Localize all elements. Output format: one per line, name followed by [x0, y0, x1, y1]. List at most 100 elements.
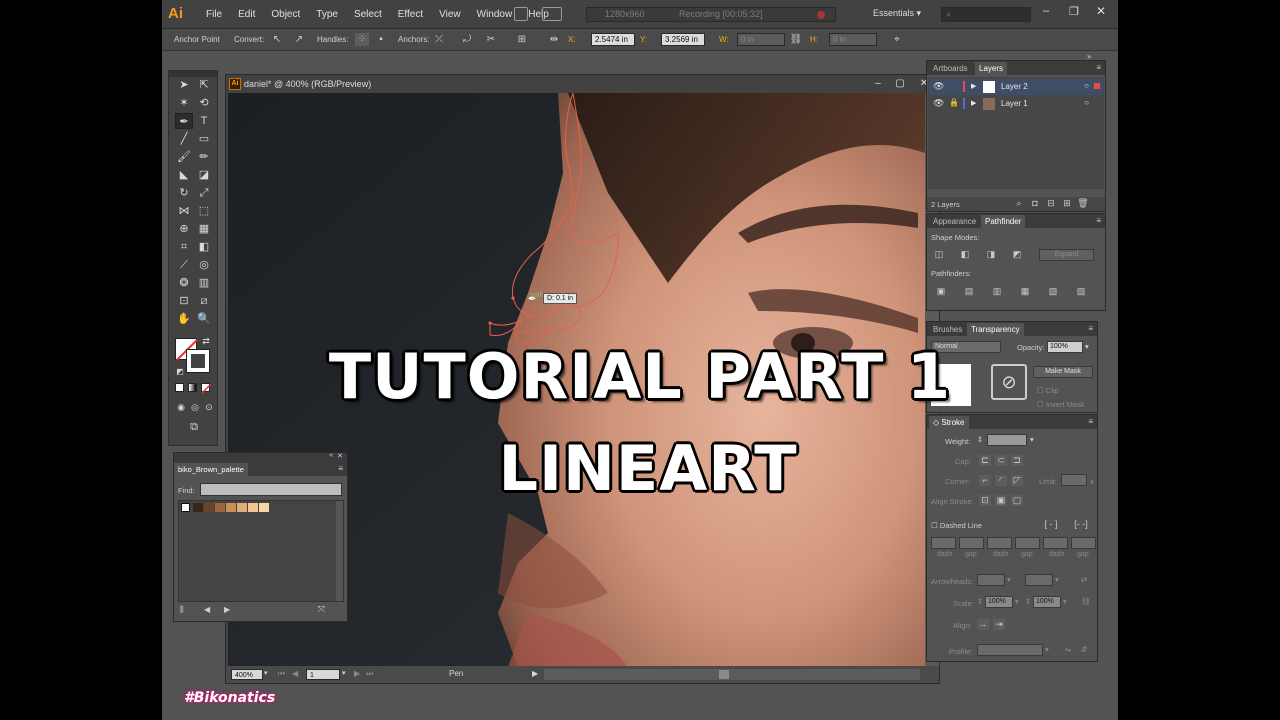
flip-along-icon[interactable]: ⇋ — [1065, 645, 1071, 654]
mask-thumbnail-icon[interactable]: ⊘ — [991, 364, 1027, 400]
outline-icon[interactable]: ▧ — [1047, 286, 1059, 297]
close-app-button[interactable]: ✕ — [1096, 4, 1106, 18]
panel-menu-icon[interactable]: ≡ — [1096, 216, 1101, 225]
clip-checkbox[interactable]: ☐ Clip — [1037, 386, 1059, 395]
none-mode-icon[interactable] — [201, 383, 211, 393]
visibility-eye-icon[interactable]: 👁 — [933, 81, 944, 92]
visibility-eye-icon[interactable]: 👁 — [933, 98, 944, 109]
resize-icon[interactable]: ⤧ — [318, 604, 325, 615]
layer-name[interactable]: Layer 2 — [1001, 82, 1028, 91]
scale-1-stepper-icon[interactable]: ⇕ — [977, 597, 983, 606]
slice-tool-icon[interactable]: ⧄ — [195, 293, 213, 309]
scale-1-dropdown-icon[interactable]: ▾ — [1015, 597, 1019, 606]
layer-row[interactable]: 👁 🔒 ▶ Layer 1 ○ — [929, 96, 1103, 112]
panel-menu-icon[interactable]: ≡ — [1088, 324, 1093, 333]
lock-icon[interactable]: 🔒 — [949, 98, 959, 107]
delete-layer-icon[interactable]: 🗑 — [1077, 198, 1089, 209]
link-scale-icon[interactable]: ⛓ — [1081, 597, 1091, 606]
hand-tool-icon[interactable]: ✋ — [175, 311, 193, 327]
eyedropper-tool-icon[interactable]: ⟋ — [175, 257, 193, 273]
magic-wand-tool-icon[interactable]: ✶ — [175, 95, 193, 111]
menu-select[interactable]: Select — [346, 9, 390, 20]
free-transform-tool-icon[interactable]: ⬚ — [195, 203, 213, 219]
document-tab[interactable]: Ai daniel* @ 400% (RGB/Preview) – ▢ ✕ — [226, 75, 939, 93]
profile-select[interactable] — [977, 644, 1043, 656]
scale-end-field[interactable]: 100% — [1033, 596, 1061, 608]
dock-collapse-icon[interactable]: » — [1087, 52, 1091, 61]
unite-icon[interactable]: ◫ — [933, 249, 945, 260]
arrange-documents-icon[interactable] — [542, 7, 562, 21]
clipping-mask-icon[interactable]: ◘ — [1029, 198, 1041, 209]
menu-window[interactable]: Window — [469, 9, 521, 20]
y-field[interactable]: 3.2569 in — [661, 33, 705, 46]
bridge-icon[interactable] — [514, 7, 528, 21]
arrow-tip-at-end-icon[interactable]: ⇥ — [993, 619, 1005, 630]
pen-tool-icon[interactable]: ✒ — [175, 113, 193, 129]
artboard-tool-icon[interactable]: ⊡ — [175, 293, 193, 309]
next-library-icon[interactable]: ▶ — [224, 605, 230, 614]
hide-handles-icon[interactable]: ▪ — [374, 33, 388, 46]
new-layer-icon[interactable]: ⊞ — [1061, 198, 1073, 209]
column-graph-tool-icon[interactable]: ▥ — [195, 275, 213, 291]
object-thumbnail[interactable] — [931, 364, 971, 406]
blend-mode-select[interactable]: Normal — [931, 341, 1001, 353]
arrow-tip-beyond-icon[interactable]: → — [977, 619, 989, 630]
end-arrow-dropdown-icon[interactable]: ▾ — [1055, 575, 1059, 584]
align-icon[interactable]: ⊞ — [515, 33, 529, 46]
draw-inside-icon[interactable]: ⊙ — [200, 399, 218, 415]
paintbrush-tool-icon[interactable]: 🖌 — [175, 149, 193, 165]
opacity-field[interactable]: 100% — [1047, 341, 1083, 353]
library-menu-icon[interactable]: ⫼ — [180, 605, 184, 615]
type-tool-icon[interactable]: T — [195, 113, 213, 129]
blend-tool-icon[interactable]: ◎ — [195, 257, 213, 273]
lasso-tool-icon[interactable]: ⟲ — [195, 95, 213, 111]
menu-file[interactable]: File — [198, 9, 230, 20]
tab-brushes[interactable]: Brushes — [929, 323, 966, 336]
doc-minimize-button[interactable]: – — [869, 77, 887, 90]
cut-path-icon[interactable]: ✂ — [484, 33, 498, 46]
menu-edit[interactable]: Edit — [230, 9, 263, 20]
show-handles-icon[interactable]: ⁘ — [355, 33, 369, 46]
expand-arrow-icon[interactable]: ▶ — [971, 82, 976, 90]
divide-icon[interactable]: ▣ — [935, 286, 947, 297]
minus-back-icon[interactable]: ▨ — [1075, 286, 1087, 297]
h-field[interactable]: 0 in — [829, 33, 877, 46]
direct-selection-tool-icon[interactable]: ⇱ — [195, 77, 213, 93]
dash-field[interactable] — [987, 537, 1012, 549]
make-mask-button[interactable]: Make Mask — [1033, 366, 1093, 378]
constrain-proportions-icon[interactable]: ⛓ — [789, 33, 803, 46]
swatch-scrollbar[interactable] — [336, 501, 343, 601]
expand-button[interactable]: Expand — [1039, 249, 1094, 261]
scale-2-stepper-icon[interactable]: ⇕ — [1025, 597, 1031, 606]
w-field[interactable]: 0 in — [737, 33, 785, 46]
profile-dropdown-icon[interactable]: ▾ — [1045, 645, 1049, 654]
scale-start-field[interactable]: 100% — [985, 596, 1013, 608]
tab-layers[interactable]: Layers — [975, 62, 1008, 75]
target-icon[interactable]: ○ — [1084, 81, 1089, 90]
rotate-tool-icon[interactable]: ↻ — [175, 185, 193, 201]
dash-field[interactable] — [931, 537, 956, 549]
last-artboard-icon[interactable]: ⏭ — [366, 669, 373, 679]
intersect-icon[interactable]: ◨ — [985, 249, 997, 260]
minus-front-icon[interactable]: ◧ — [959, 249, 971, 260]
scroll-thumb[interactable] — [719, 670, 729, 679]
expand-arrow-icon[interactable]: ▶ — [971, 99, 976, 107]
zoom-dropdown-icon[interactable]: ▾ — [264, 669, 268, 677]
dashed-line-checkbox[interactable]: ☐ Dashed Line — [931, 521, 982, 530]
preserve-dash-icon[interactable]: [ ‐ ] — [1039, 519, 1063, 530]
scale-tool-icon[interactable]: ⤢ — [195, 185, 213, 201]
invert-mask-checkbox[interactable]: ☐ Invert Mask — [1037, 400, 1085, 409]
flip-across-icon[interactable]: ⇵ — [1081, 645, 1087, 654]
selection-tool-icon[interactable]: ➤ — [175, 77, 193, 93]
record-icon[interactable] — [817, 11, 825, 19]
swap-arrowheads-icon[interactable]: ⇄ — [1081, 575, 1087, 584]
crop-icon[interactable]: ▦ — [1019, 286, 1031, 297]
zoom-tool-icon[interactable]: 🔍 — [195, 311, 213, 327]
shape-builder-tool-icon[interactable]: ⊕ — [175, 221, 193, 237]
swap-fill-stroke-icon[interactable]: ⇄ — [197, 333, 215, 349]
line-tool-icon[interactable]: ╱ — [175, 131, 193, 147]
first-artboard-icon[interactable]: ⏮ — [278, 669, 285, 679]
connect-anchor-icon[interactable]: ⤾ — [460, 33, 474, 46]
tab-appearance[interactable]: Appearance — [929, 215, 980, 228]
menu-effect[interactable]: Effect — [390, 9, 431, 20]
